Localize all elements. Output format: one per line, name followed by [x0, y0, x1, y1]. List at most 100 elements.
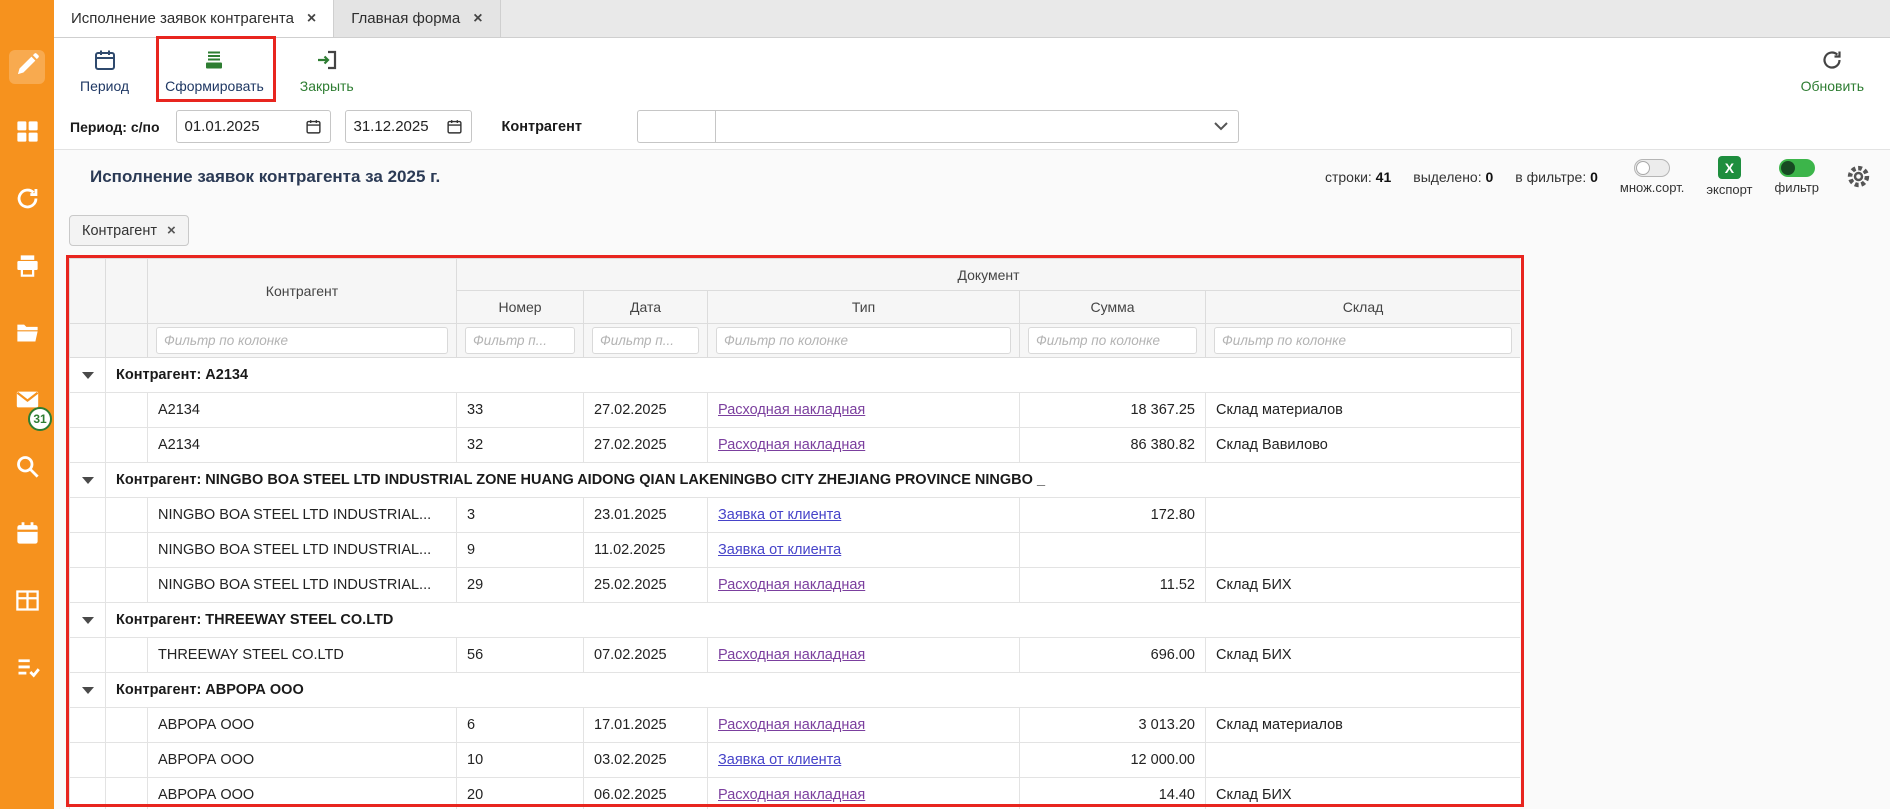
column-header-warehouse[interactable]: Склад: [1206, 291, 1521, 324]
sidebar: 31: [0, 0, 54, 809]
cell-number: 6: [457, 708, 584, 743]
cell-spacer: [106, 393, 148, 428]
gear-icon[interactable]: [1845, 163, 1872, 190]
filter-chip-counterparty[interactable]: Контрагент ×: [69, 215, 189, 246]
sidebar-item-pencil[interactable]: [9, 50, 45, 84]
calendar-icon[interactable]: [305, 118, 322, 135]
column-filter-row: [70, 324, 1521, 358]
cell-sum: 11.52: [1020, 568, 1206, 603]
generate-button[interactable]: Сформировать: [165, 48, 264, 94]
calendar-icon[interactable]: [446, 118, 463, 135]
report-title: Исполнение заявок контрагента за 2025 г.: [90, 167, 440, 187]
export-label: экспорт: [1706, 182, 1752, 197]
report-table: Контрагент Документ Номер Дата Тип Сумма…: [69, 258, 1520, 809]
tab-label: Исполнение заявок контрагента: [71, 10, 294, 27]
document-type-link[interactable]: Расходная накладная: [718, 437, 865, 453]
table-row[interactable]: А21343327.02.2025Расходная накладная18 3…: [70, 393, 1521, 428]
cell-expander: [70, 708, 106, 743]
document-type-link[interactable]: Заявка от клиента: [718, 542, 841, 558]
sidebar-item-tasks[interactable]: [9, 653, 45, 687]
sidebar-item-print[interactable]: [9, 251, 45, 285]
column-filter-input-2[interactable]: [592, 327, 699, 354]
cell-counterparty: NINGBO BOA STEEL LTD INDUSTRIAL...: [148, 533, 457, 568]
document-type-link[interactable]: Расходная накладная: [718, 787, 865, 803]
date-to-input[interactable]: [354, 118, 446, 135]
column-filter-input-4[interactable]: [1028, 327, 1197, 354]
refresh-button[interactable]: Обновить: [1801, 48, 1864, 94]
grouping-chip-row: Контрагент ×: [54, 203, 1890, 258]
cell-counterparty: А2134: [148, 428, 457, 463]
column-filter-input-3[interactable]: [716, 327, 1011, 354]
cell-expander: [70, 778, 106, 809]
cell-number: 20: [457, 778, 584, 809]
multisort-toggle[interactable]: [1634, 159, 1670, 177]
table-row[interactable]: АВРОРА ООО1003.02.2025Заявка от клиента1…: [70, 743, 1521, 778]
column-filter-input-5[interactable]: [1214, 327, 1512, 354]
multisort-label: множ.сорт.: [1620, 180, 1684, 195]
registry-icon: [14, 587, 41, 619]
cell-date: 11.02.2025: [584, 533, 708, 568]
table-row[interactable]: NINGBO BOA STEEL LTD INDUSTRIAL...2925.0…: [70, 568, 1521, 603]
sidebar-item-modules[interactable]: [9, 117, 45, 151]
cell-counterparty: АВРОРА ООО: [148, 778, 457, 809]
excel-export-icon[interactable]: X: [1718, 156, 1741, 179]
cell-sum: 12 000.00: [1020, 743, 1206, 778]
table-row[interactable]: THREEWAY STEEL CO.LTD5607.02.2025Расходн…: [70, 638, 1521, 673]
spacer-column-header: [106, 259, 148, 324]
triangle-down-icon: [82, 687, 94, 694]
counterparty-code-input[interactable]: [637, 110, 715, 143]
column-header-date[interactable]: Дата: [584, 291, 708, 324]
multisort-control: множ.сорт.: [1620, 159, 1684, 195]
counterparty-select[interactable]: [715, 110, 1239, 143]
tasks-icon: [14, 654, 41, 686]
collapse-group-button[interactable]: [70, 358, 106, 393]
close-form-button[interactable]: Закрыть: [300, 48, 354, 94]
column-filter-input-1[interactable]: [465, 327, 575, 354]
filter-label: фильтр: [1775, 180, 1819, 195]
collapse-group-button[interactable]: [70, 673, 106, 708]
document-type-link[interactable]: Расходная накладная: [718, 402, 865, 418]
close-icon[interactable]: ×: [473, 11, 482, 27]
cell-doc-type: Расходная накладная: [708, 428, 1020, 463]
date-to-field[interactable]: [345, 110, 472, 143]
modules-icon: [14, 118, 41, 150]
column-header-counterparty[interactable]: Контрагент: [148, 259, 457, 324]
table-row[interactable]: А21343227.02.2025Расходная накладная86 3…: [70, 428, 1521, 463]
table-row[interactable]: NINGBO BOA STEEL LTD INDUSTRIAL...323.01…: [70, 498, 1521, 533]
sidebar-item-search[interactable]: [9, 452, 45, 486]
table-row[interactable]: АВРОРА ООО617.01.2025Расходная накладная…: [70, 708, 1521, 743]
column-header-number[interactable]: Номер: [457, 291, 584, 324]
sidebar-item-sync[interactable]: [9, 184, 45, 218]
sidebar-item-mail[interactable]: 31: [9, 385, 45, 419]
collapse-group-button[interactable]: [70, 603, 106, 638]
close-icon[interactable]: ×: [307, 11, 316, 27]
document-type-link[interactable]: Расходная накладная: [718, 647, 865, 663]
period-button[interactable]: Период: [80, 48, 129, 94]
close-icon[interactable]: ×: [167, 222, 176, 239]
group-label: Контрагент: А2134: [106, 358, 1521, 393]
tab-main-form[interactable]: Главная форма ×: [334, 0, 500, 37]
tab-execution-report[interactable]: Исполнение заявок контрагента ×: [54, 0, 334, 37]
document-type-link[interactable]: Расходная накладная: [718, 717, 865, 733]
table-row[interactable]: АВРОРА ООО2006.02.2025Расходная накладна…: [70, 778, 1521, 809]
collapse-group-button[interactable]: [70, 463, 106, 498]
chevron-down-icon: [1214, 118, 1228, 136]
date-from-field[interactable]: [176, 110, 331, 143]
main-area: Исполнение заявок контрагента × Главная …: [54, 0, 1890, 809]
cell-counterparty: А2134: [148, 393, 457, 428]
rows-count: строки: 41: [1325, 169, 1391, 185]
sidebar-item-folder[interactable]: [9, 318, 45, 352]
document-type-link[interactable]: Расходная накладная: [718, 577, 865, 593]
table-row[interactable]: NINGBO BOA STEEL LTD INDUSTRIAL...911.02…: [70, 533, 1521, 568]
column-filter-input-0[interactable]: [156, 327, 448, 354]
document-type-link[interactable]: Заявка от клиента: [718, 752, 841, 768]
sidebar-item-registry[interactable]: [9, 586, 45, 620]
sidebar-item-calendar[interactable]: [9, 519, 45, 553]
column-header-sum[interactable]: Сумма: [1020, 291, 1206, 324]
column-header-type[interactable]: Тип: [708, 291, 1020, 324]
cell-number: 33: [457, 393, 584, 428]
document-type-link[interactable]: Заявка от клиента: [718, 507, 841, 523]
filter-toggle[interactable]: [1779, 159, 1815, 177]
date-from-input[interactable]: [185, 118, 305, 135]
group-label: Контрагент: АВРОРА ООО: [106, 673, 1521, 708]
